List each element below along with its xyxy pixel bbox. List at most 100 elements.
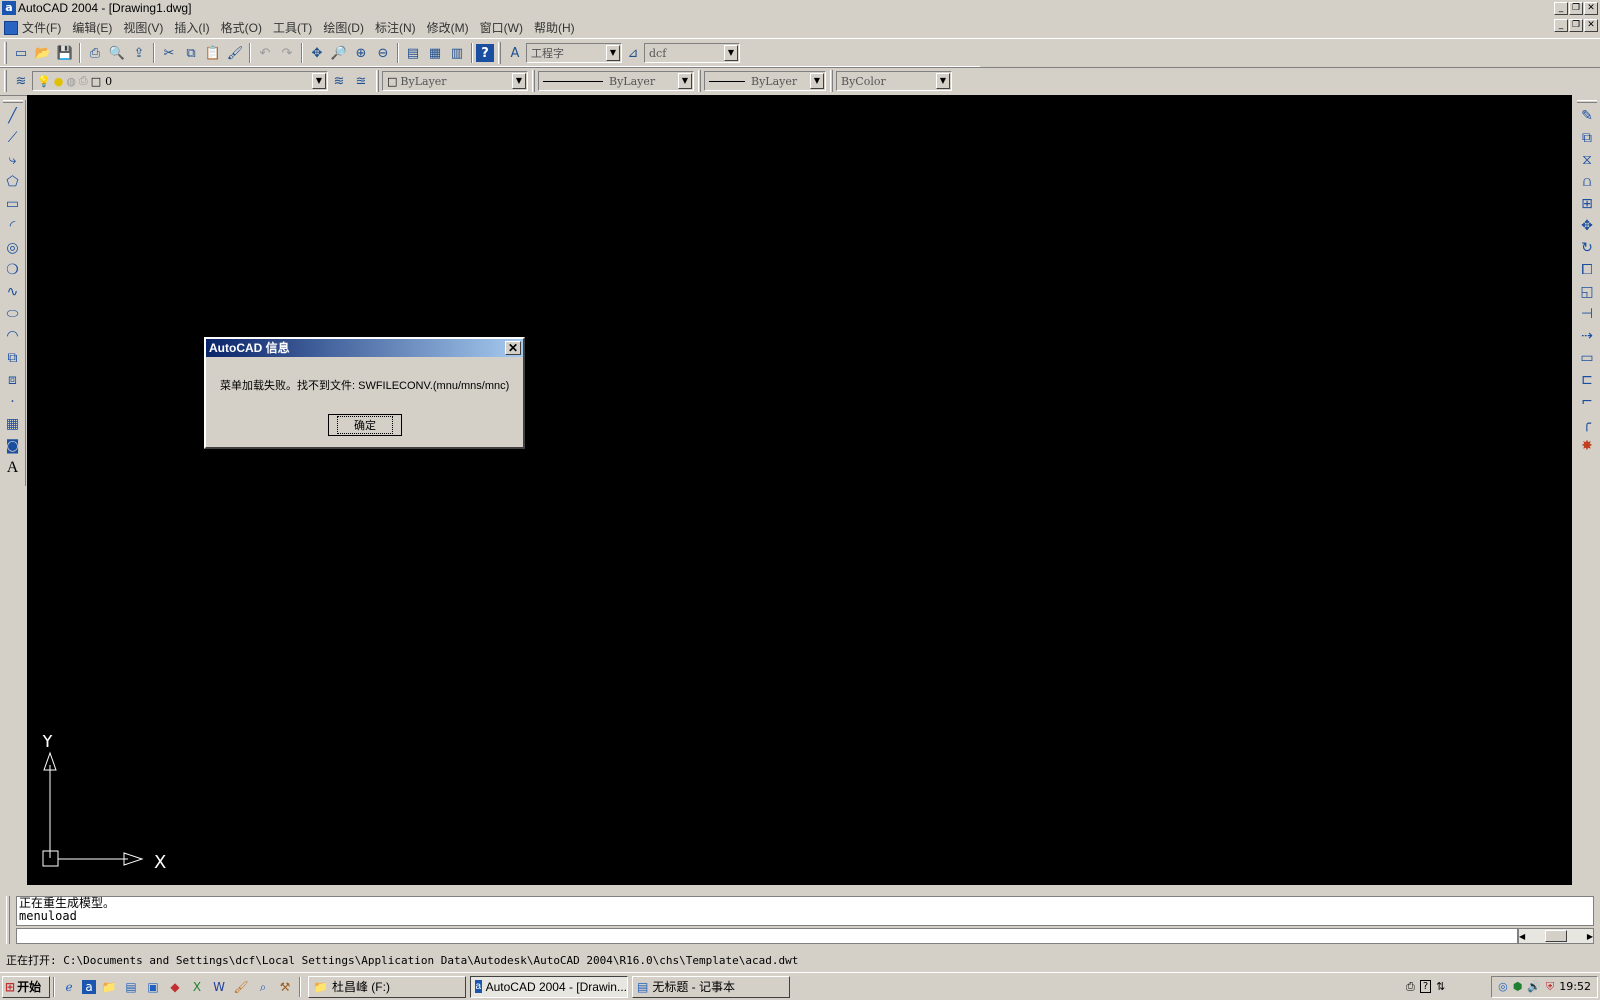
redo-icon[interactable]: ↷ [276, 42, 298, 64]
toolbar-grip[interactable] [830, 70, 833, 92]
copy-object-icon[interactable]: ⧉ [1575, 127, 1599, 149]
ime-icon[interactable]: ◎ [1498, 980, 1508, 993]
printer-icon[interactable]: ⎙ [1406, 980, 1415, 994]
extend-icon[interactable]: ⇢ [1575, 325, 1599, 347]
save-icon[interactable]: 💾 [54, 42, 76, 64]
fillet-icon[interactable]: ╭ [1575, 413, 1599, 435]
explode-icon[interactable]: ✸ [1575, 435, 1599, 457]
autocad-app-icon[interactable]: a [2, 1, 16, 15]
dropdown-arrow-icon[interactable]: ▼ [678, 73, 692, 89]
print-preview-icon[interactable]: 🔍 [106, 42, 128, 64]
dim-style-icon[interactable]: ⊿ [622, 42, 644, 64]
toolbar-grip[interactable] [498, 42, 501, 64]
cut-icon[interactable]: ✂ [158, 42, 180, 64]
document-icon[interactable] [4, 20, 18, 35]
pan-icon[interactable]: ✥ [306, 42, 328, 64]
minimize-button[interactable]: _ [1554, 1, 1568, 15]
toolbar-grip[interactable] [4, 42, 7, 64]
arc-icon[interactable]: ◜ [1, 215, 25, 237]
text-style-combo[interactable]: 工程字 ▼ [526, 43, 622, 63]
trim-icon[interactable]: ⊣ [1575, 303, 1599, 325]
copy-icon[interactable]: ⧉ [180, 42, 202, 64]
access-icon[interactable]: ◆ [166, 978, 184, 996]
close-button[interactable]: ✕ [1584, 1, 1598, 15]
network-tray-icon[interactable]: ⬢ [1513, 980, 1523, 993]
dropdown-arrow-icon[interactable]: ▼ [936, 73, 950, 89]
print-icon[interactable]: ⎙ [84, 42, 106, 64]
insert-block-icon[interactable]: ⧉ [1, 347, 25, 369]
drawing-canvas[interactable] [27, 95, 1572, 885]
circle-icon[interactable]: ◎ [1, 237, 25, 259]
tools-icon[interactable]: ⚒ [276, 978, 294, 996]
revcloud-icon[interactable]: ❍ [1, 259, 25, 281]
autocad-quicklaunch-icon[interactable]: a [82, 979, 96, 994]
erase-icon[interactable]: ✎ [1575, 105, 1599, 127]
menu-modify[interactable]: 修改(M) [427, 19, 469, 36]
make-block-icon[interactable]: ⧈ [1, 369, 25, 391]
excel-icon[interactable]: X [188, 978, 206, 996]
point-icon[interactable]: · [1, 391, 25, 413]
dropdown-arrow-icon[interactable]: ▼ [724, 45, 738, 61]
network-icon[interactable]: ⇅ [1436, 980, 1445, 993]
text-style-icon[interactable]: A [504, 42, 526, 64]
folder-icon[interactable]: 📁 [100, 978, 118, 996]
region-icon[interactable]: ◙ [1, 435, 25, 457]
xline-icon[interactable]: ⟋ [1, 127, 25, 149]
menu-file[interactable]: 文件(F) [22, 19, 61, 36]
paint-icon[interactable]: 🖌 [232, 978, 250, 996]
dropdown-arrow-icon[interactable]: ▼ [512, 73, 526, 89]
menu-draw[interactable]: 绘图(D) [323, 19, 364, 36]
scroll-thumb[interactable] [1545, 930, 1567, 942]
layer-manager-icon[interactable]: ≋ [10, 70, 32, 92]
ellipse-icon[interactable]: ⬭ [1, 303, 25, 325]
spline-icon[interactable]: ∿ [1, 281, 25, 303]
task-notepad[interactable]: ▤ 无标题 - 记事本 [632, 975, 790, 998]
rotate-icon[interactable]: ↻ [1575, 237, 1599, 259]
ie-icon[interactable]: ℯ [60, 978, 78, 996]
tool-palettes-icon[interactable]: ▥ [446, 42, 468, 64]
task-autocad[interactable]: a AutoCAD 2004 - [Drawin... [470, 975, 628, 998]
explorer-icon[interactable]: ▣ [144, 978, 162, 996]
antivirus-icon[interactable]: ⛨ [1546, 980, 1554, 994]
help-icon[interactable]: ? [476, 44, 494, 62]
menu-insert[interactable]: 插入(I) [174, 19, 209, 36]
menu-view[interactable]: 视图(V) [123, 19, 163, 36]
zoom-previous-icon[interactable]: ⊖ [372, 42, 394, 64]
open-icon[interactable]: 📂 [32, 42, 54, 64]
dropdown-arrow-icon[interactable]: ▼ [810, 73, 824, 89]
publish-icon[interactable]: ⇪ [128, 42, 150, 64]
dim-style-combo[interactable]: dcf ▼ [644, 43, 740, 63]
line-icon[interactable]: ╱ [1, 105, 25, 127]
dialog-close-icon[interactable]: ✕ [505, 341, 521, 355]
menu-window[interactable]: 窗口(W) [480, 19, 523, 36]
zoom-realtime-icon[interactable]: 🔎 [328, 42, 350, 64]
command-grip[interactable] [6, 896, 10, 944]
polyline-icon[interactable]: ⤷ [1, 149, 25, 171]
dropdown-arrow-icon[interactable]: ▼ [312, 73, 326, 89]
break-at-point-icon[interactable]: ⊏ [1575, 369, 1599, 391]
new-icon[interactable]: ▭ [10, 42, 32, 64]
properties-icon[interactable]: ▤ [402, 42, 424, 64]
mirror-icon[interactable]: ⧖ [1575, 149, 1599, 171]
toolbar-grip[interactable] [376, 70, 379, 92]
menu-tools[interactable]: 工具(T) [273, 19, 312, 36]
lineweight-combo[interactable]: ByLayer ▼ [704, 71, 826, 91]
dropdown-arrow-icon[interactable]: ▼ [606, 45, 620, 61]
toolbar-grip[interactable] [4, 70, 7, 92]
command-scrollbar[interactable]: ◀ ▶ [1518, 928, 1594, 944]
plotstyle-combo[interactable]: ByColor ▼ [836, 71, 952, 91]
menu-format[interactable]: 格式(O) [221, 19, 262, 36]
menu-edit[interactable]: 编辑(E) [72, 19, 112, 36]
text-icon[interactable]: A [1, 457, 25, 479]
move-icon[interactable]: ✥ [1575, 215, 1599, 237]
help-tray-icon[interactable]: ? [1419, 980, 1432, 993]
scroll-right-icon[interactable]: ▶ [1587, 932, 1593, 941]
menu-dimension[interactable]: 标注(N) [375, 19, 416, 36]
linetype-combo[interactable]: ByLayer ▼ [538, 71, 694, 91]
rectangle-icon[interactable]: ▭ [1, 193, 25, 215]
dialog-title-bar[interactable]: AutoCAD 信息 ✕ [206, 339, 523, 357]
layer-combo[interactable]: 💡 ● ◍ ⎙ □ 0 ▼ [32, 71, 328, 91]
zoom-window-icon[interactable]: ⊕ [350, 42, 372, 64]
doc-close-button[interactable]: ✕ [1584, 19, 1598, 32]
calculator-icon[interactable]: ▤ [122, 978, 140, 996]
